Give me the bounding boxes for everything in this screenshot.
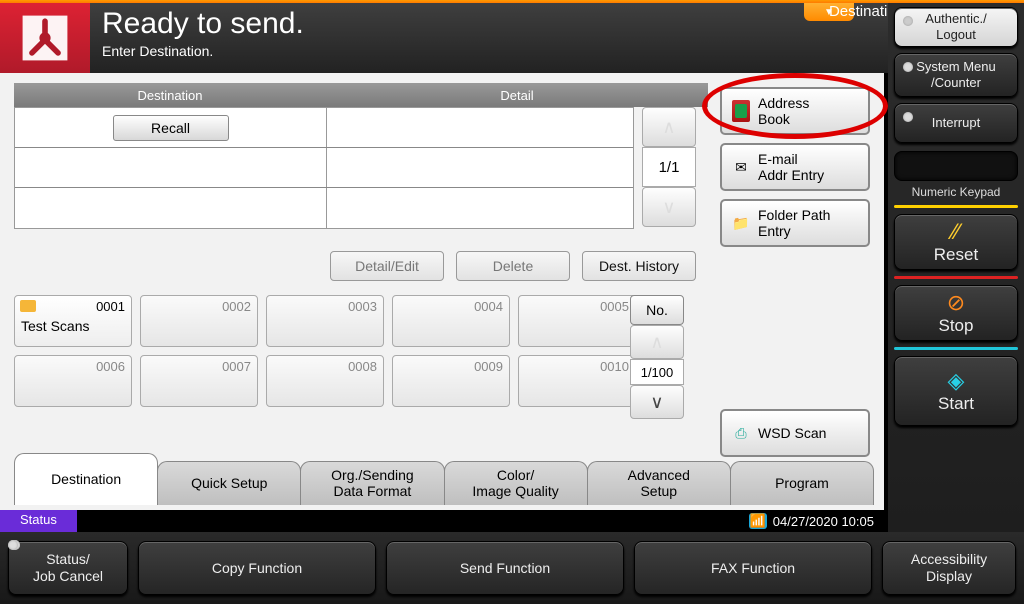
cell-number: 0008 [348,359,377,374]
hardware-side-panel: Authentic./ Logout System Menu /Counter … [888,3,1024,532]
destination-table: Destination Detail Recall [14,83,708,229]
scroll-up-icon[interactable]: ∧ [642,107,696,147]
page-title: Ready to send. [102,7,812,41]
grid-down-icon[interactable]: ∨ [630,385,684,419]
cell-number: 0003 [348,299,377,314]
folder-icon [20,300,36,312]
page-subtitle: Enter Destination. [102,43,812,59]
bottom-tabs: Destination Quick Setup Org./Sending Dat… [14,453,874,505]
main-panel: Destination Detail Recall ∧ 1/1 ∨ Addres… [0,73,884,511]
cell-number: 0002 [222,299,251,314]
one-touch-cell[interactable]: 0001 Test Scans [14,295,132,347]
one-touch-cell[interactable]: 0010 [518,355,636,407]
dest-history-button[interactable]: Dest. History [582,251,696,281]
one-touch-cell[interactable]: 0004 [392,295,510,347]
scroll-down-icon[interactable]: ∨ [642,187,696,227]
tab-program[interactable]: Program [730,461,874,505]
wsd-scan-icon: ⎙ [730,422,752,444]
system-menu-button[interactable]: System Menu /Counter [894,53,1018,97]
reset-button[interactable]: ⁄⁄Reset [894,214,1018,270]
recall-button[interactable]: Recall [113,115,229,141]
one-touch-cell[interactable]: 0008 [266,355,384,407]
accessibility-display-button[interactable]: Accessibility Display [882,541,1016,595]
copy-function-button[interactable]: Copy Function [138,541,376,595]
cell-number: 0005 [600,299,629,314]
detail-edit-button[interactable]: Detail/Edit [330,251,444,281]
cell-number: 0004 [474,299,503,314]
cell-number: 0001 [96,299,125,314]
tab-destination[interactable]: Destination [14,453,158,505]
table-row[interactable] [15,148,633,188]
interrupt-button[interactable]: Interrupt [894,103,1018,143]
send-mode-icon [0,3,90,73]
status-job-cancel-button[interactable]: Status/ Job Cancel [8,541,128,595]
hardware-bottom-bar: Status/ Job Cancel Copy Function Send Fu… [0,532,1024,604]
tab-color-quality[interactable]: Color/ Image Quality [444,461,588,505]
stop-button[interactable]: ⊘Stop [894,285,1018,341]
wifi-icon: 📶 [749,513,767,529]
tab-quick-setup[interactable]: Quick Setup [157,461,301,505]
folder-path-entry-button[interactable]: 📁 Folder Path Entry [720,199,870,247]
cell-number: 0007 [222,359,251,374]
table-row[interactable]: Recall [15,108,633,148]
address-book-icon [730,100,752,122]
number-search-button[interactable]: No. [630,295,684,325]
one-touch-grid: 0001 Test Scans 0002 0003 0004 0005 0006 0007 00… [14,295,636,407]
email-addr-entry-button[interactable]: ✉ E-mail Addr Entry [720,143,870,191]
column-header-destination: Destination [14,88,326,103]
blank-button[interactable] [894,151,1018,181]
status-indicator[interactable]: Status [0,510,77,532]
email-icon: ✉ [730,156,752,178]
one-touch-cell[interactable]: 0009 [392,355,510,407]
dest-page-indicator: 1/1 [642,147,696,187]
tab-org-sending[interactable]: Org./Sending Data Format [300,461,444,505]
one-touch-cell[interactable]: 0003 [266,295,384,347]
delete-button[interactable]: Delete [456,251,570,281]
header: Ready to send. Enter Destination. Destin… [0,3,1024,73]
authenticate-logout-button[interactable]: Authentic./ Logout [894,7,1018,47]
numeric-keypad-label: Numeric Keypad [894,185,1018,199]
one-touch-cell[interactable]: 0002 [140,295,258,347]
cell-number: 0006 [96,359,125,374]
fax-function-button[interactable]: FAX Function [634,541,872,595]
grid-up-icon[interactable]: ∧ [630,325,684,359]
one-touch-cell[interactable]: 0005 [518,295,636,347]
cell-number: 0010 [600,359,629,374]
send-function-button[interactable]: Send Function [386,541,624,595]
tab-advanced[interactable]: Advanced Setup [587,461,731,505]
column-header-detail: Detail [326,88,708,103]
folder-icon: 📁 [730,212,752,234]
grid-page-indicator: 1/100 [630,359,684,385]
start-button[interactable]: ◈Start [894,356,1018,426]
cell-name: Test Scans [21,318,125,334]
table-row[interactable] [15,188,633,228]
clock: 04/27/2020 10:05 [773,514,874,529]
address-book-button[interactable]: Address Book [720,87,870,135]
one-touch-cell[interactable]: 0007 [140,355,258,407]
cell-number: 0009 [474,359,503,374]
wsd-scan-button[interactable]: ⎙ WSD Scan [720,409,870,457]
one-touch-cell[interactable]: 0006 [14,355,132,407]
